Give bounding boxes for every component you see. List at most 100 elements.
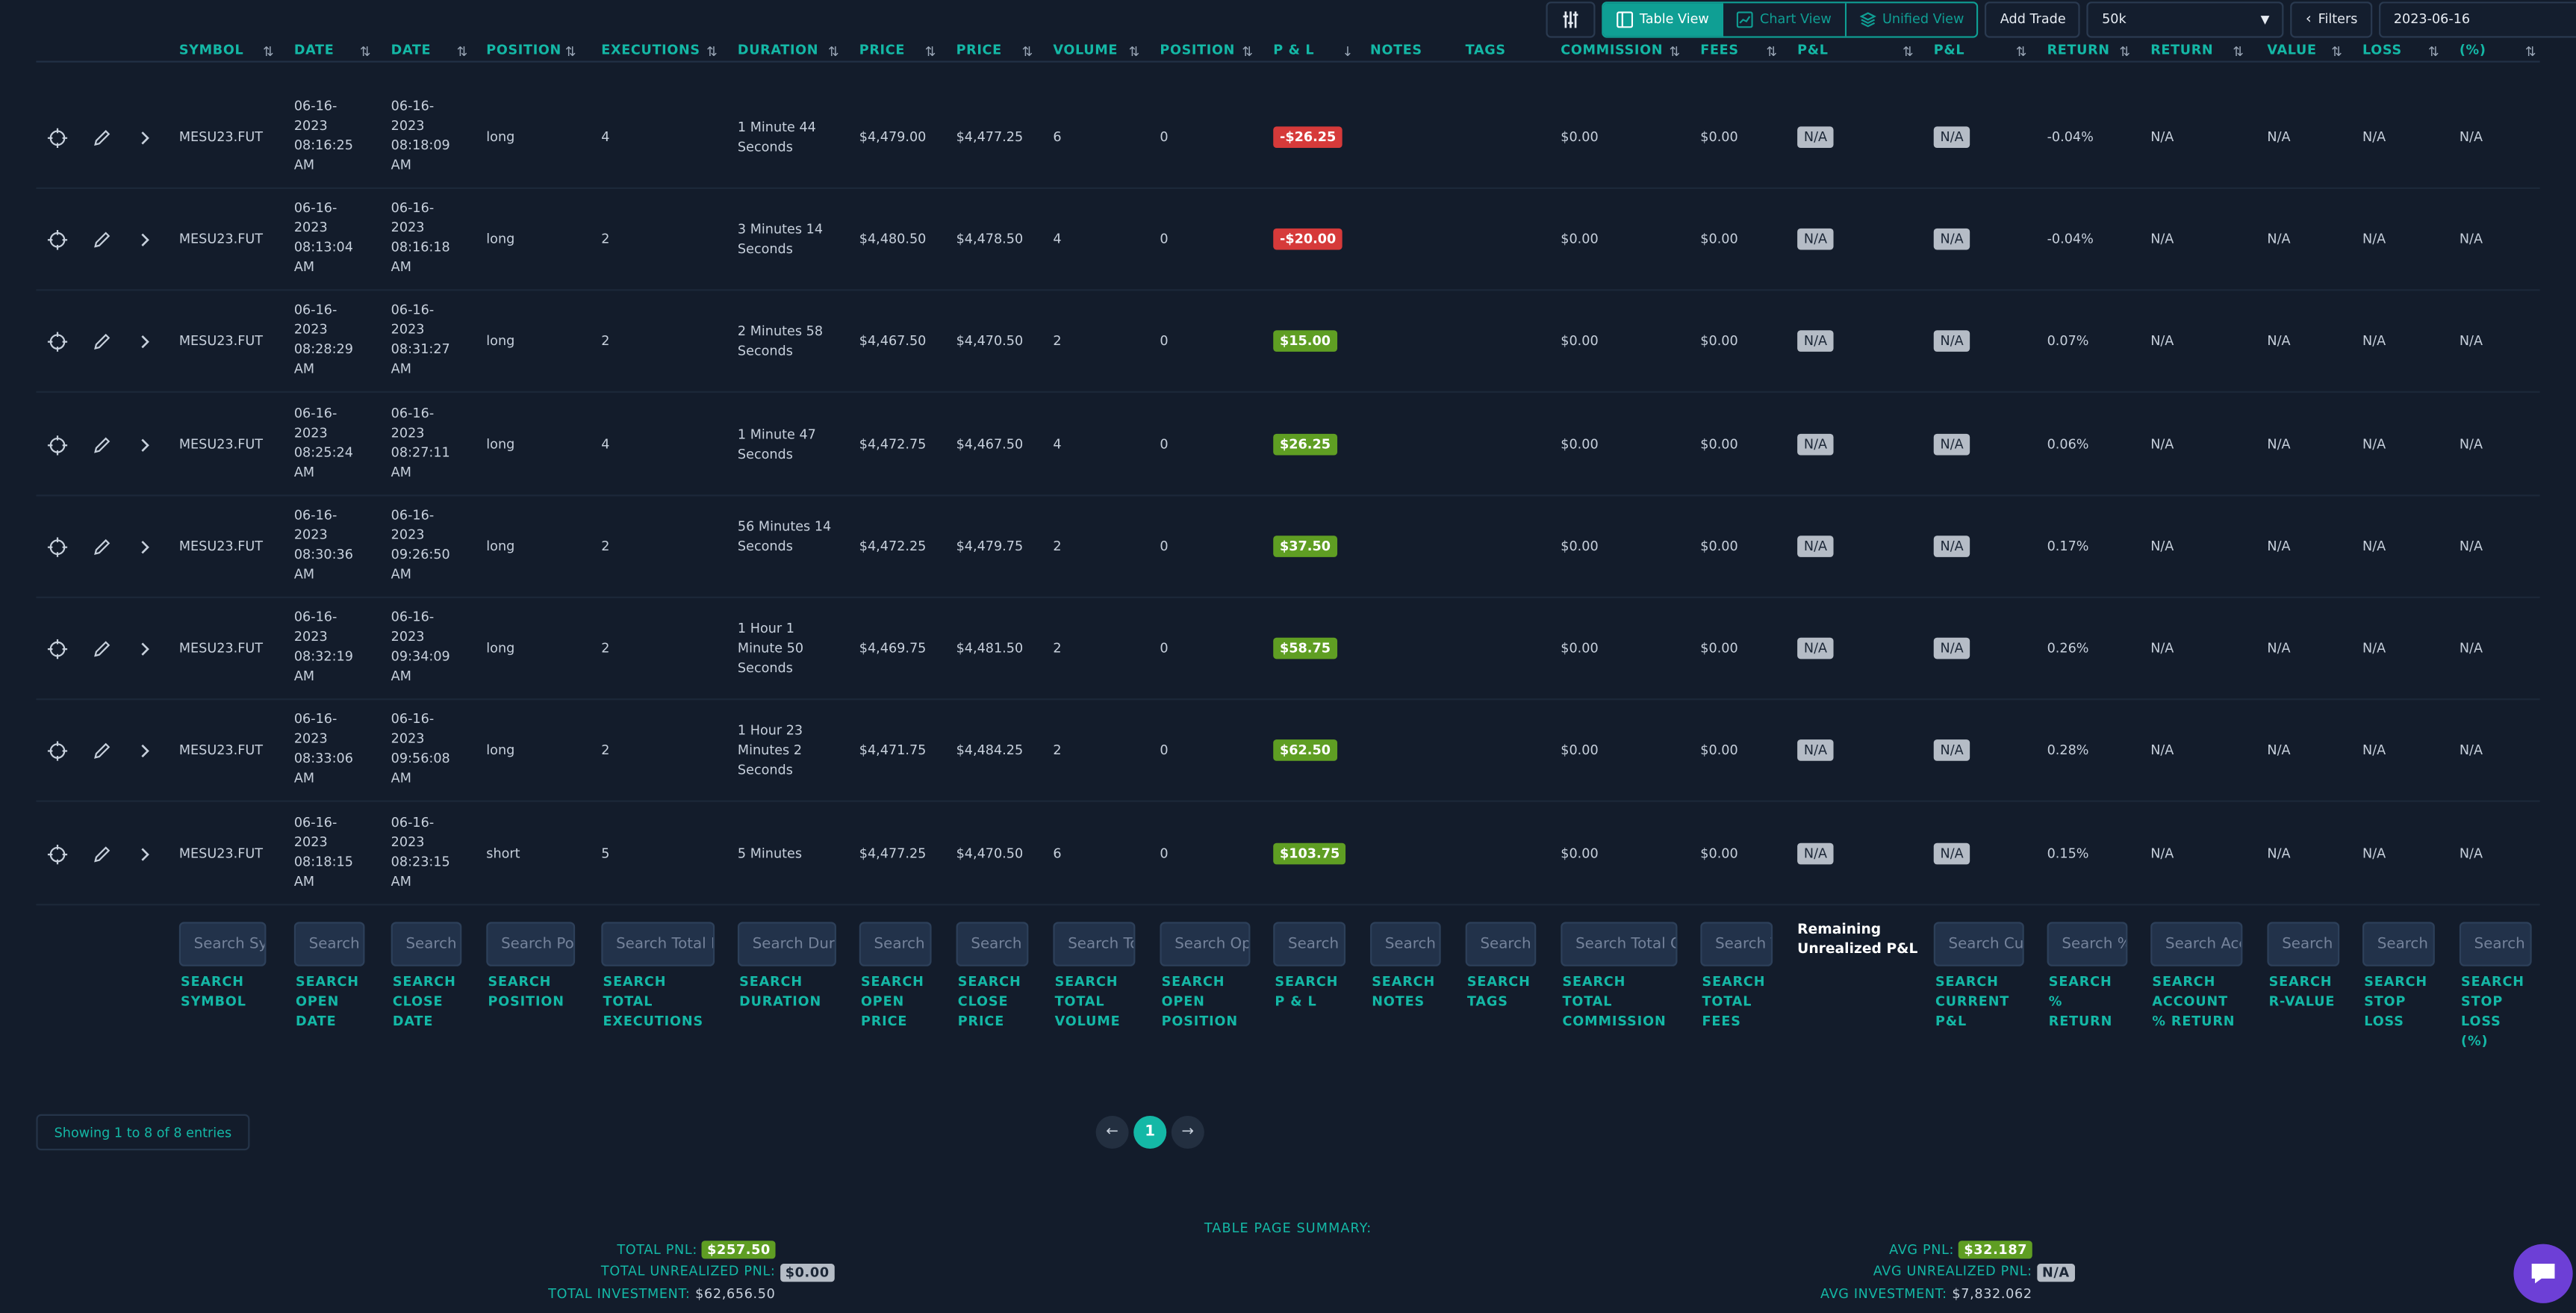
edit-icon[interactable] xyxy=(90,229,113,252)
column-search-input[interactable]: Search Duration xyxy=(737,922,836,966)
target-icon[interactable] xyxy=(46,330,69,353)
chevron-right-icon[interactable] xyxy=(133,434,156,457)
sort-icon[interactable]: ⇅ xyxy=(925,44,936,59)
sort-icon[interactable]: ⇅ xyxy=(2016,44,2027,59)
sort-icon[interactable]: ⇅ xyxy=(457,44,468,59)
column-search-input[interactable]: Search Total Executions xyxy=(601,922,715,966)
column-search-input[interactable]: Search Stop Loss xyxy=(2362,922,2435,966)
column-header[interactable]: RETURN xyxy=(2150,43,2213,58)
column-search-input[interactable]: Search R-Value xyxy=(2267,922,2340,966)
page-1-button[interactable]: 1 xyxy=(1133,1116,1167,1149)
stop-loss-cell: N/A xyxy=(2362,742,2386,758)
column-header[interactable]: COMMISSION xyxy=(1561,43,1663,58)
column-header[interactable]: LOSS xyxy=(2362,43,2402,58)
column-header[interactable]: NOTES xyxy=(1370,43,1422,58)
column-search-input[interactable]: Search Total Commission xyxy=(1561,922,1678,966)
chart-view-button[interactable]: Chart View xyxy=(1723,2,1847,36)
edit-icon[interactable] xyxy=(90,843,113,866)
target-icon[interactable] xyxy=(46,229,69,252)
filters-button[interactable]: ‹ Filters xyxy=(2291,1,2373,37)
column-search-input[interactable]: Search Close Date xyxy=(391,922,462,966)
chevron-right-icon[interactable] xyxy=(133,638,156,661)
column-search-input[interactable]: Search Total Volume xyxy=(1053,922,1136,966)
sort-icon[interactable]: ⇅ xyxy=(1903,44,1914,59)
sort-icon[interactable]: ⇅ xyxy=(1022,44,1033,59)
add-trade-button[interactable]: Add Trade xyxy=(1985,1,2081,37)
column-search-input[interactable]: Search Total Fees xyxy=(1700,922,1773,966)
column-header[interactable]: POSITION xyxy=(1160,43,1235,58)
target-icon[interactable] xyxy=(46,638,69,661)
column-header[interactable]: P&L xyxy=(1934,43,1964,58)
column-header[interactable]: DURATION xyxy=(738,43,818,58)
column-header[interactable]: FEES xyxy=(1700,43,1738,58)
edit-icon[interactable] xyxy=(90,739,113,763)
sort-icon[interactable]: ⇅ xyxy=(1670,44,1681,59)
column-header[interactable]: VOLUME xyxy=(1053,43,1118,58)
sort-icon[interactable]: ⇅ xyxy=(2525,44,2536,59)
column-header[interactable]: DATE xyxy=(294,43,335,58)
sort-icon[interactable]: ⇅ xyxy=(2428,44,2439,59)
column-search-input[interactable]: Search Symbol xyxy=(178,922,267,966)
sort-icon[interactable]: ⇅ xyxy=(706,44,718,59)
column-header[interactable]: SYMBOL xyxy=(179,43,243,58)
sort-icon[interactable]: ⇅ xyxy=(2233,44,2244,59)
edit-icon[interactable] xyxy=(90,638,113,661)
chat-widget-button[interactable] xyxy=(2513,1244,2573,1303)
chevron-right-icon[interactable] xyxy=(133,126,156,149)
column-search-input[interactable]: Search % Return xyxy=(2047,922,2128,966)
target-icon[interactable] xyxy=(46,843,69,866)
target-icon[interactable] xyxy=(46,739,69,763)
column-header[interactable]: P & L xyxy=(1273,43,1314,58)
column-search-input[interactable]: Search Position xyxy=(486,922,576,966)
column-header[interactable]: VALUE xyxy=(2267,43,2316,58)
target-icon[interactable] xyxy=(46,434,69,457)
unified-view-button[interactable]: Unified View xyxy=(1846,2,1977,36)
sort-icon[interactable]: ↓ xyxy=(1343,44,1354,59)
column-search-input[interactable]: Search Close Price xyxy=(956,922,1029,966)
target-icon[interactable] xyxy=(46,536,69,559)
column-search-input[interactable]: Search Tags xyxy=(1465,922,1537,966)
column-search-input[interactable]: Search Account % Return xyxy=(2150,922,2243,966)
column-header[interactable]: TAGS xyxy=(1466,43,1506,58)
chevron-right-icon[interactable] xyxy=(133,330,156,353)
column-header[interactable]: DATE xyxy=(391,43,432,58)
edit-icon[interactable] xyxy=(90,536,113,559)
chevron-right-icon[interactable] xyxy=(133,843,156,866)
table-view-button[interactable]: Table View xyxy=(1603,2,1724,36)
column-header[interactable]: EXECUTIONS xyxy=(601,43,700,58)
sort-icon[interactable]: ⇅ xyxy=(2119,44,2130,59)
column-search-input[interactable]: Search Current P&L xyxy=(1933,922,2024,966)
sort-icon[interactable]: ⇅ xyxy=(2331,44,2342,59)
column-header[interactable]: (%) xyxy=(2460,43,2486,58)
column-header[interactable]: PRICE xyxy=(859,43,905,58)
date-input[interactable]: 2023-06-16 xyxy=(2379,1,2576,37)
sort-icon[interactable]: ⇅ xyxy=(1242,44,1253,59)
column-header[interactable]: POSITION xyxy=(486,43,561,58)
column-header[interactable]: RETURN xyxy=(2047,43,2110,58)
sort-icon[interactable]: ⇅ xyxy=(263,44,274,59)
column-search-input[interactable]: Search Notes xyxy=(1370,922,1441,966)
sort-icon[interactable]: ⇅ xyxy=(1766,44,1777,59)
chevron-right-icon[interactable] xyxy=(133,536,156,559)
column-search-input[interactable]: Search P & L xyxy=(1273,922,1346,966)
target-icon[interactable] xyxy=(46,126,69,149)
account-select[interactable]: 50k ▼ xyxy=(2087,1,2285,37)
column-search-input[interactable]: Search Stop Loss (%) xyxy=(2459,922,2532,966)
column-search-input[interactable]: Search Open Price xyxy=(859,922,932,966)
sort-icon[interactable]: ⇅ xyxy=(360,44,371,59)
chevron-right-icon[interactable] xyxy=(133,229,156,252)
column-search-input[interactable]: Search Open Position xyxy=(1160,922,1251,966)
next-page-button[interactable]: → xyxy=(1171,1116,1204,1149)
sort-icon[interactable]: ⇅ xyxy=(828,44,839,59)
chevron-right-icon[interactable] xyxy=(133,739,156,763)
column-settings-button[interactable] xyxy=(1546,1,1596,37)
sort-icon[interactable]: ⇅ xyxy=(565,44,576,59)
column-header[interactable]: PRICE xyxy=(956,43,1002,58)
edit-icon[interactable] xyxy=(90,434,113,457)
prev-page-button[interactable]: ← xyxy=(1095,1116,1129,1149)
sort-icon[interactable]: ⇅ xyxy=(1129,44,1140,59)
column-search-input[interactable]: Search Open Date xyxy=(293,922,365,966)
edit-icon[interactable] xyxy=(90,126,113,149)
edit-icon[interactable] xyxy=(90,330,113,353)
column-header[interactable]: P&L xyxy=(1797,43,1828,58)
